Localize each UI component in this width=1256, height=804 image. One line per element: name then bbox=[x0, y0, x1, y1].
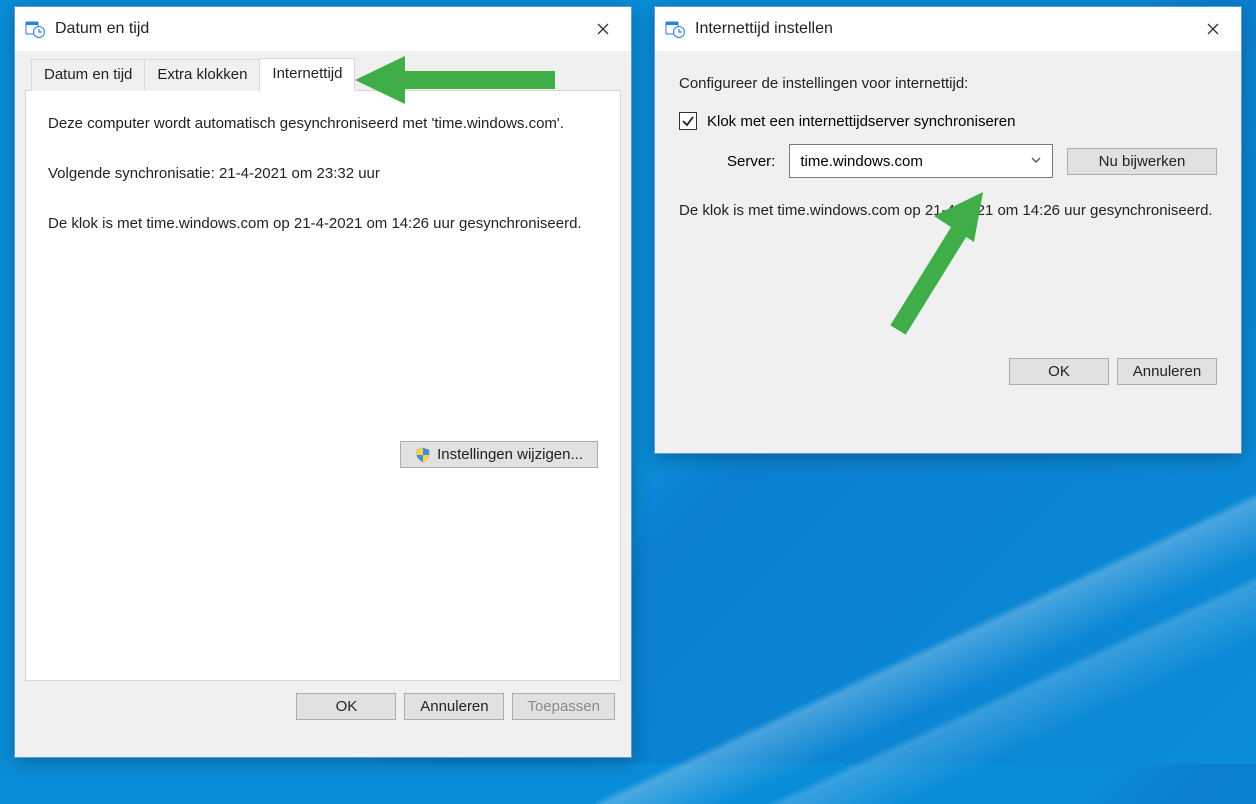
change-settings-button[interactable]: Instellingen wijzigen... bbox=[400, 441, 598, 468]
internet-time-settings-dialog: Internettijd instellen Configureer de in… bbox=[654, 6, 1242, 454]
update-now-button[interactable]: Nu bijwerken bbox=[1067, 148, 1217, 175]
titlebar: Datum en tijd bbox=[15, 7, 631, 51]
tab-internet-time[interactable]: Internettijd bbox=[260, 58, 355, 91]
ok-button[interactable]: OK bbox=[1009, 358, 1109, 385]
window-title: Datum en tijd bbox=[55, 20, 581, 38]
cancel-button[interactable]: Annuleren bbox=[404, 693, 504, 720]
server-label: Server: bbox=[727, 153, 775, 170]
clock-calendar-icon bbox=[25, 19, 45, 39]
sync-info-text: Deze computer wordt automatisch gesynchr… bbox=[48, 113, 598, 135]
tab-date-time[interactable]: Datum en tijd bbox=[31, 59, 145, 91]
config-heading: Configureer de instellingen voor interne… bbox=[679, 75, 1217, 92]
clock-calendar-icon bbox=[665, 19, 685, 39]
dialog-button-row: OK Annuleren Toepassen bbox=[25, 681, 621, 726]
close-button[interactable] bbox=[1191, 13, 1235, 45]
tab-extra-clocks[interactable]: Extra klokken bbox=[145, 59, 260, 91]
sync-checkbox[interactable] bbox=[679, 112, 697, 130]
server-combobox[interactable]: time.windows.com bbox=[789, 144, 1053, 178]
ok-button[interactable]: OK bbox=[296, 693, 396, 720]
tab-content: Deze computer wordt automatisch gesynchr… bbox=[25, 91, 621, 681]
sync-checkbox-label: Klok met een internettijdserver synchron… bbox=[707, 113, 1015, 130]
dialog-button-row: OK Annuleren bbox=[679, 352, 1217, 385]
apply-button: Toepassen bbox=[512, 693, 615, 720]
cancel-button[interactable]: Annuleren bbox=[1117, 358, 1217, 385]
window-title: Internettijd instellen bbox=[695, 20, 1191, 38]
chevron-down-icon bbox=[1030, 153, 1042, 170]
last-sync-text: De klok is met time.windows.com op 21-4-… bbox=[48, 213, 598, 235]
change-settings-label: Instellingen wijzigen... bbox=[437, 446, 583, 463]
sync-status-text: De klok is met time.windows.com op 21-4-… bbox=[679, 200, 1217, 222]
shield-icon bbox=[415, 447, 431, 463]
date-time-dialog: Datum en tijd Datum en tijd Extra klokke… bbox=[14, 6, 632, 758]
titlebar: Internettijd instellen bbox=[655, 7, 1241, 51]
next-sync-text: Volgende synchronisatie: 21-4-2021 om 23… bbox=[48, 163, 598, 185]
close-button[interactable] bbox=[581, 13, 625, 45]
tab-row: Datum en tijd Extra klokken Internettijd bbox=[25, 57, 621, 91]
server-value: time.windows.com bbox=[800, 153, 923, 170]
